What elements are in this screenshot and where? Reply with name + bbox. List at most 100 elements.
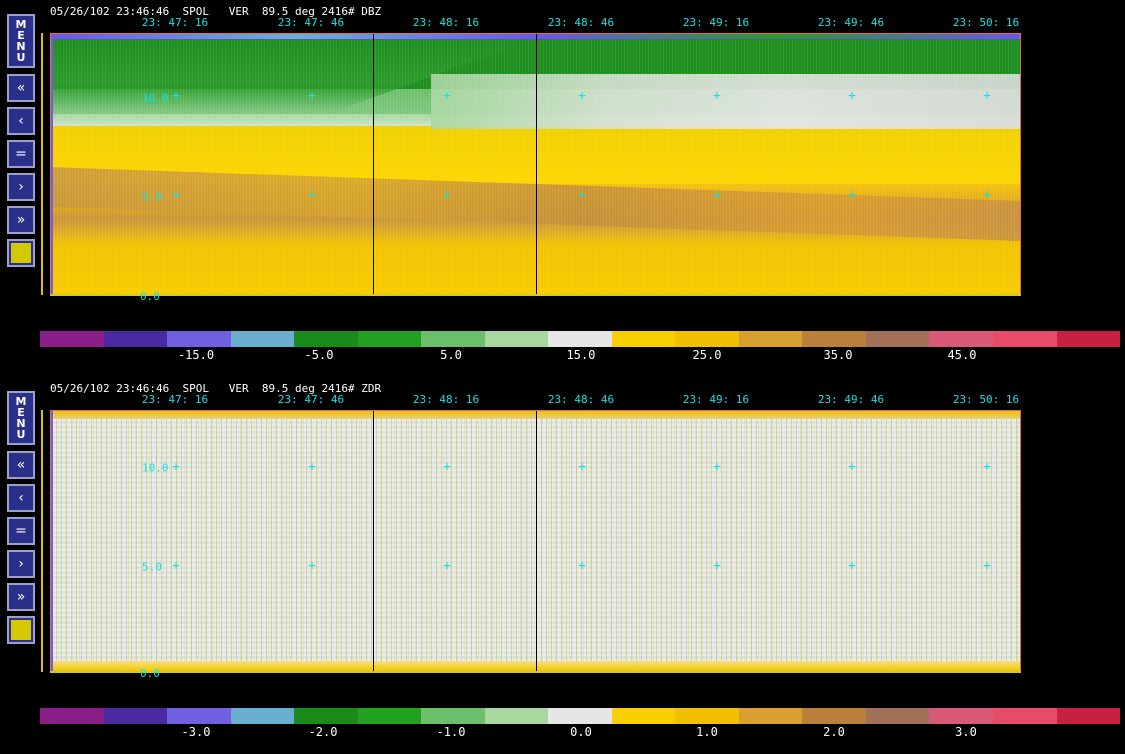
equals-icon: =: [15, 146, 27, 162]
forward-button[interactable]: ›: [7, 173, 35, 201]
x-axis-line: [50, 671, 1021, 673]
dbz-panel: M E N U « ‹ = › » 05/26/102 23:46:46 SPO…: [0, 0, 1125, 377]
color-scale-label: -5.0: [304, 348, 334, 362]
color-scale-segment: [484, 708, 549, 724]
color-swatch-button[interactable]: [7, 616, 35, 644]
forward-icon: ›: [18, 556, 24, 572]
grid-cross-icon: +: [983, 187, 991, 203]
y-axis-line: [41, 410, 43, 672]
time-label: 23: 49: 46: [817, 16, 885, 29]
color-scale-label: 3.0: [955, 725, 977, 739]
time-label: 23: 50: 16: [952, 16, 1020, 29]
grid-cross-icon: +: [848, 187, 856, 203]
color-scale-segment: [40, 708, 104, 724]
color-scale-bar: [40, 708, 1121, 724]
grid-cross-icon: +: [578, 88, 586, 104]
grid-cross-icon: +: [308, 187, 316, 203]
color-scale-segment: [1056, 331, 1121, 347]
fast-rewind-button[interactable]: «: [7, 451, 35, 479]
grid-cross-icon: +: [578, 558, 586, 574]
grid-cross-icon: +: [578, 187, 586, 203]
equals-button[interactable]: =: [7, 140, 35, 168]
dbz-plot-area[interactable]: 10.0 5.0 + + + + + + + + + + + + + +: [50, 33, 1021, 295]
equals-icon: =: [15, 523, 27, 539]
color-scale-label: -2.0: [308, 725, 338, 739]
color-scale-segment: [548, 708, 612, 724]
time-label: 23: 49: 16: [682, 16, 750, 29]
zdr-plot-area[interactable]: 10.0 5.0 + + + + + + + + + + + + + +: [50, 410, 1021, 672]
menu-button[interactable]: M E N U: [7, 14, 35, 68]
zdr-panel: M E N U « ‹ = › » 05/26/102 23:46:46 SPO…: [0, 377, 1125, 754]
color-scale-segment: [611, 708, 676, 724]
grid-cross-icon: +: [713, 558, 721, 574]
y-label: 5.0: [142, 190, 162, 204]
fast-rewind-icon: «: [16, 457, 26, 473]
color-scale-label: -3.0: [181, 725, 211, 739]
grid-cross-icon: +: [713, 187, 721, 203]
time-label: 23: 47: 46: [277, 393, 345, 406]
color-swatch-icon: [11, 243, 31, 263]
y-label: 10.0: [142, 461, 169, 475]
time-label: 23: 47: 16: [141, 16, 209, 29]
time-label: 23: 47: 46: [277, 16, 345, 29]
fast-forward-button[interactable]: »: [7, 206, 35, 234]
color-scale-segment: [1056, 708, 1121, 724]
color-scale-segment: [294, 708, 358, 724]
grid-cross-icon: +: [848, 88, 856, 104]
rewind-button[interactable]: ‹: [7, 107, 35, 135]
grid-cross-icon: +: [443, 187, 451, 203]
color-scale-label: -1.0: [436, 725, 466, 739]
color-scale-segment: [167, 331, 231, 347]
color-scale-segment: [103, 331, 168, 347]
color-scale-segment: [802, 708, 866, 724]
fast-forward-icon: »: [16, 589, 26, 605]
color-scale-label: 25.0: [692, 348, 722, 362]
rewind-icon: ‹: [18, 113, 24, 129]
color-scale-segment: [357, 331, 422, 347]
color-scale-label: 1.0: [696, 725, 718, 739]
time-label: 23: 48: 46: [547, 16, 615, 29]
equals-button[interactable]: =: [7, 517, 35, 545]
color-scale-label: 5.0: [440, 348, 462, 362]
color-scale-segment: [294, 331, 358, 347]
rewind-icon: ‹: [18, 490, 24, 506]
color-scale-segment: [357, 708, 422, 724]
y-label: 5.0: [142, 560, 162, 574]
color-scale-label: 2.0: [823, 725, 845, 739]
grid-cross-icon: +: [172, 558, 180, 574]
color-scale-segment: [675, 331, 739, 347]
grid-cross-icon: +: [578, 459, 586, 475]
color-scale-segment: [865, 331, 930, 347]
fast-rewind-button[interactable]: «: [7, 74, 35, 102]
fast-forward-button[interactable]: »: [7, 583, 35, 611]
color-scale-segment: [230, 331, 295, 347]
color-scale-segment: [548, 331, 612, 347]
forward-icon: ›: [18, 179, 24, 195]
time-label: 23: 47: 16: [141, 393, 209, 406]
color-scale-segment: [40, 331, 104, 347]
color-scale-segment: [992, 331, 1057, 347]
color-scale-segment: [421, 331, 485, 347]
menu-button[interactable]: M E N U: [7, 391, 35, 445]
menu-letter: U: [16, 428, 26, 441]
y-label: 10.0: [142, 91, 169, 105]
color-scale-label: 15.0: [566, 348, 596, 362]
grid-cross-icon: +: [848, 558, 856, 574]
color-scale-segment: [929, 708, 993, 724]
color-scale-bar: [40, 331, 1121, 347]
time-divider: [373, 411, 374, 671]
color-scale-segment: [230, 708, 295, 724]
time-label: 23: 50: 16: [952, 393, 1020, 406]
grid-cross-icon: +: [713, 459, 721, 475]
color-scale-label: -15.0: [177, 348, 215, 362]
time-label: 23: 48: 16: [412, 393, 480, 406]
forward-button[interactable]: ›: [7, 550, 35, 578]
color-scale-segment: [738, 331, 803, 347]
rewind-button[interactable]: ‹: [7, 484, 35, 512]
x-axis-line: [50, 294, 1021, 296]
grid-cross-icon: +: [308, 88, 316, 104]
color-swatch-button[interactable]: [7, 239, 35, 267]
color-scale-segment: [167, 708, 231, 724]
grid-cross-icon: +: [308, 558, 316, 574]
time-label: 23: 49: 16: [682, 393, 750, 406]
